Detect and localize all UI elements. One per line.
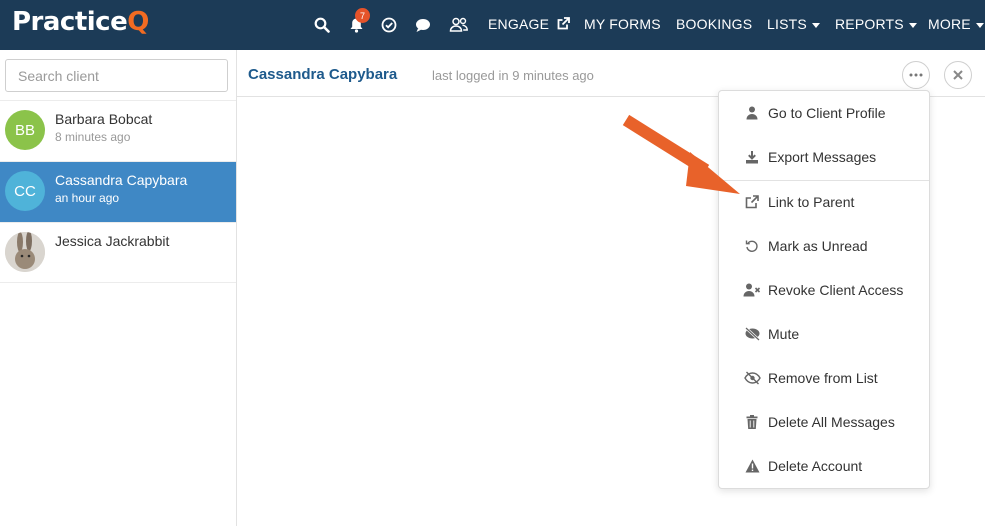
caret-down-icon: [975, 22, 984, 28]
caret-down-icon: [908, 22, 917, 28]
check-circle-icon[interactable]: [377, 13, 401, 37]
menu-export-messages[interactable]: Export Messages: [719, 135, 929, 179]
menu-remove-from-list[interactable]: Remove from List: [719, 356, 929, 400]
avatar: BB: [5, 110, 45, 150]
client-last-activity: 8 minutes ago: [55, 130, 131, 144]
more-options-button[interactable]: [902, 61, 930, 89]
menu-go-to-client-profile[interactable]: Go to Client Profile: [719, 91, 929, 135]
last-login-status: last logged in 9 minutes ago: [432, 68, 594, 83]
avatar: CC: [5, 171, 45, 211]
client-last-activity: an hour ago: [55, 191, 120, 205]
caret-down-icon: [811, 22, 820, 28]
search-icon[interactable]: [310, 13, 334, 37]
annotation-arrow-icon: [622, 114, 740, 194]
menu-mark-as-unread[interactable]: Mark as Unread: [719, 224, 929, 268]
menu-delete-account[interactable]: Delete Account: [719, 444, 929, 488]
practiceq-logo[interactable]: PracticeQ: [12, 7, 149, 37]
chat-bubble-icon[interactable]: [411, 13, 435, 37]
client-name: Barbara Bobcat: [55, 111, 153, 127]
warning-icon: [743, 458, 761, 474]
rabbit-avatar-photo: [5, 232, 45, 272]
menu-link-to-parent[interactable]: Link to Parent: [719, 180, 929, 224]
search-client-input[interactable]: [5, 59, 228, 92]
close-icon: [953, 70, 963, 80]
nav-reports[interactable]: REPORTS: [835, 16, 917, 32]
eye-slash-icon: [743, 370, 761, 386]
nav-more[interactable]: MORE: [928, 16, 984, 32]
menu-delete-all-messages[interactable]: Delete All Messages: [719, 400, 929, 444]
users-icon[interactable]: [447, 13, 471, 37]
client-name: Cassandra Capybara: [55, 172, 188, 188]
top-navigation-bar: PracticeQ 7 ENGAGE MY FORMS BOOKINGS LIS…: [0, 0, 985, 50]
user-times-icon: [743, 282, 761, 298]
nav-bookings[interactable]: BOOKINGS: [676, 16, 752, 32]
external-link-icon: [557, 17, 571, 30]
ellipsis-icon: [909, 73, 923, 77]
nav-engage[interactable]: ENGAGE: [488, 16, 571, 32]
client-name: Jessica Jackrabbit: [55, 233, 170, 249]
close-conversation-button[interactable]: [944, 61, 972, 89]
trash-icon: [743, 414, 761, 430]
client-list-item[interactable]: Jessica Jackrabbit: [0, 222, 236, 283]
conversation-client-name[interactable]: Cassandra Capybara: [248, 66, 397, 83]
notification-count-badge: 7: [355, 8, 370, 23]
nav-my-forms[interactable]: MY FORMS: [584, 16, 661, 32]
nav-lists[interactable]: LISTS: [767, 16, 820, 32]
mute-icon: [743, 326, 761, 342]
menu-revoke-client-access[interactable]: Revoke Client Access: [719, 268, 929, 312]
menu-mute[interactable]: Mute: [719, 312, 929, 356]
undo-icon: [743, 238, 761, 254]
client-list-item[interactable]: BB Barbara Bobcat 8 minutes ago: [0, 100, 236, 161]
client-sidebar: BB Barbara Bobcat 8 minutes ago CC Cassa…: [0, 50, 237, 526]
client-list-item-selected[interactable]: CC Cassandra Capybara an hour ago: [0, 161, 236, 222]
